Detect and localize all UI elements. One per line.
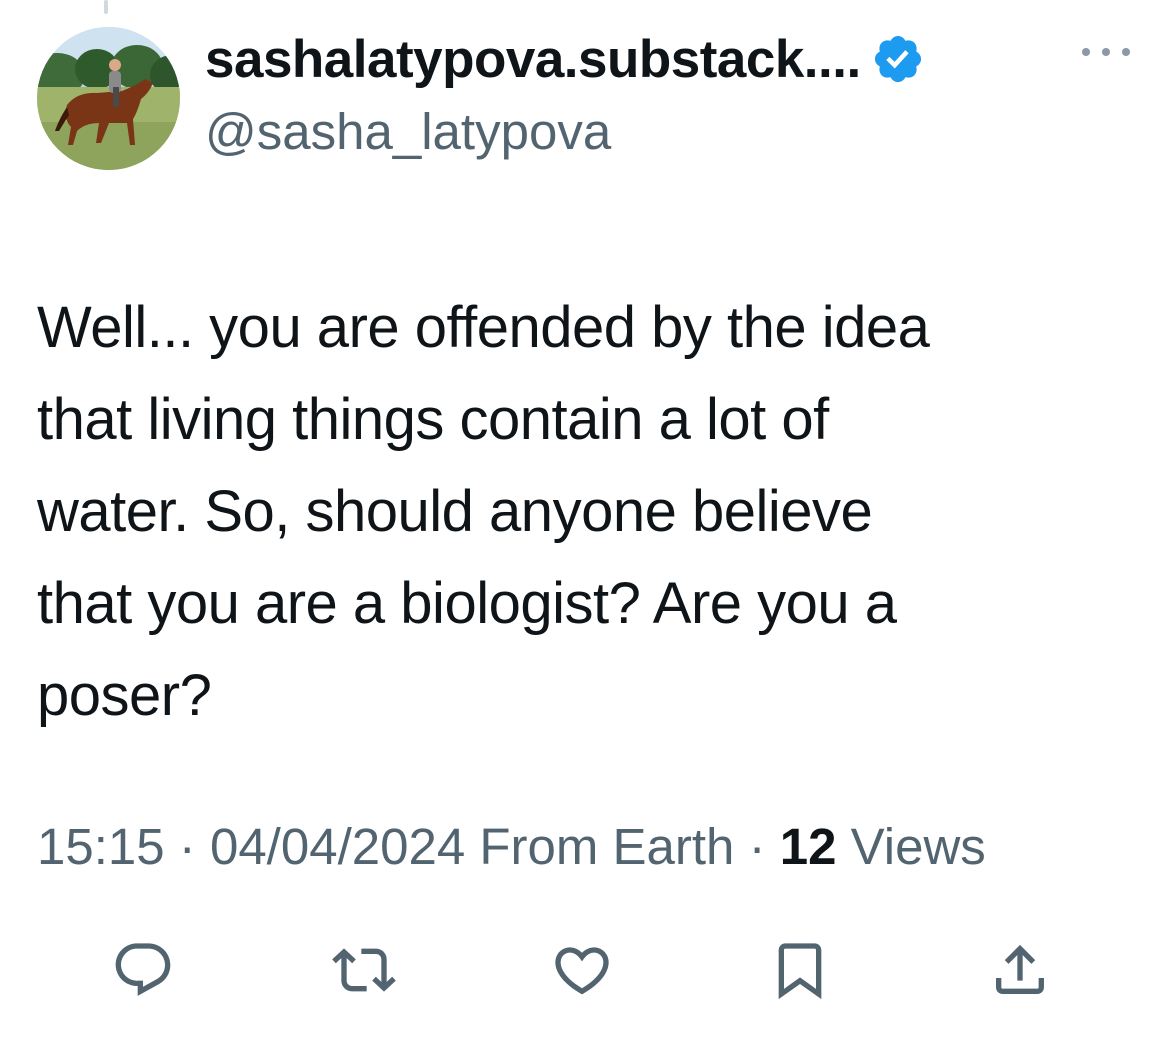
meta-separator: · xyxy=(178,818,196,875)
verified-badge-icon xyxy=(871,32,925,86)
views-label: Views xyxy=(850,818,986,875)
tweet-time[interactable]: 15:15 xyxy=(37,818,165,875)
tweet-source: From Earth xyxy=(479,818,735,875)
tweet-action-bar xyxy=(0,930,1170,1010)
avatar[interactable] xyxy=(37,27,180,170)
more-dot xyxy=(1082,48,1090,56)
reply-button[interactable] xyxy=(103,930,183,1010)
share-icon xyxy=(996,944,1044,994)
retweet-button[interactable] xyxy=(324,930,404,1010)
more-options-icon[interactable] xyxy=(1082,40,1130,64)
like-icon xyxy=(555,947,609,995)
user-handle[interactable]: @sasha_latypova xyxy=(205,102,611,161)
bookmark-icon xyxy=(778,943,822,1000)
bookmark-button[interactable] xyxy=(760,930,840,1010)
more-dot xyxy=(1102,48,1110,56)
tweet-date[interactable]: 04/04/2024 xyxy=(210,818,465,875)
tweet-metadata: 15:15 · 04/04/2024 From Earth · 12 Views xyxy=(37,812,1037,882)
avatar-image xyxy=(37,27,180,170)
share-button[interactable] xyxy=(980,930,1060,1010)
like-button[interactable] xyxy=(542,930,622,1010)
more-dot xyxy=(1122,48,1130,56)
reply-icon xyxy=(115,943,171,996)
tweet-text: Well... you are offended by the idea tha… xyxy=(37,295,930,728)
display-name[interactable]: sashalatypova.substack.... xyxy=(205,29,861,90)
thread-connector-line xyxy=(104,0,108,14)
meta-separator: · xyxy=(748,818,766,875)
author-name-row: sashalatypova.substack.... xyxy=(205,28,925,90)
retweet-icon xyxy=(332,948,396,992)
views-count: 12 xyxy=(779,818,837,875)
